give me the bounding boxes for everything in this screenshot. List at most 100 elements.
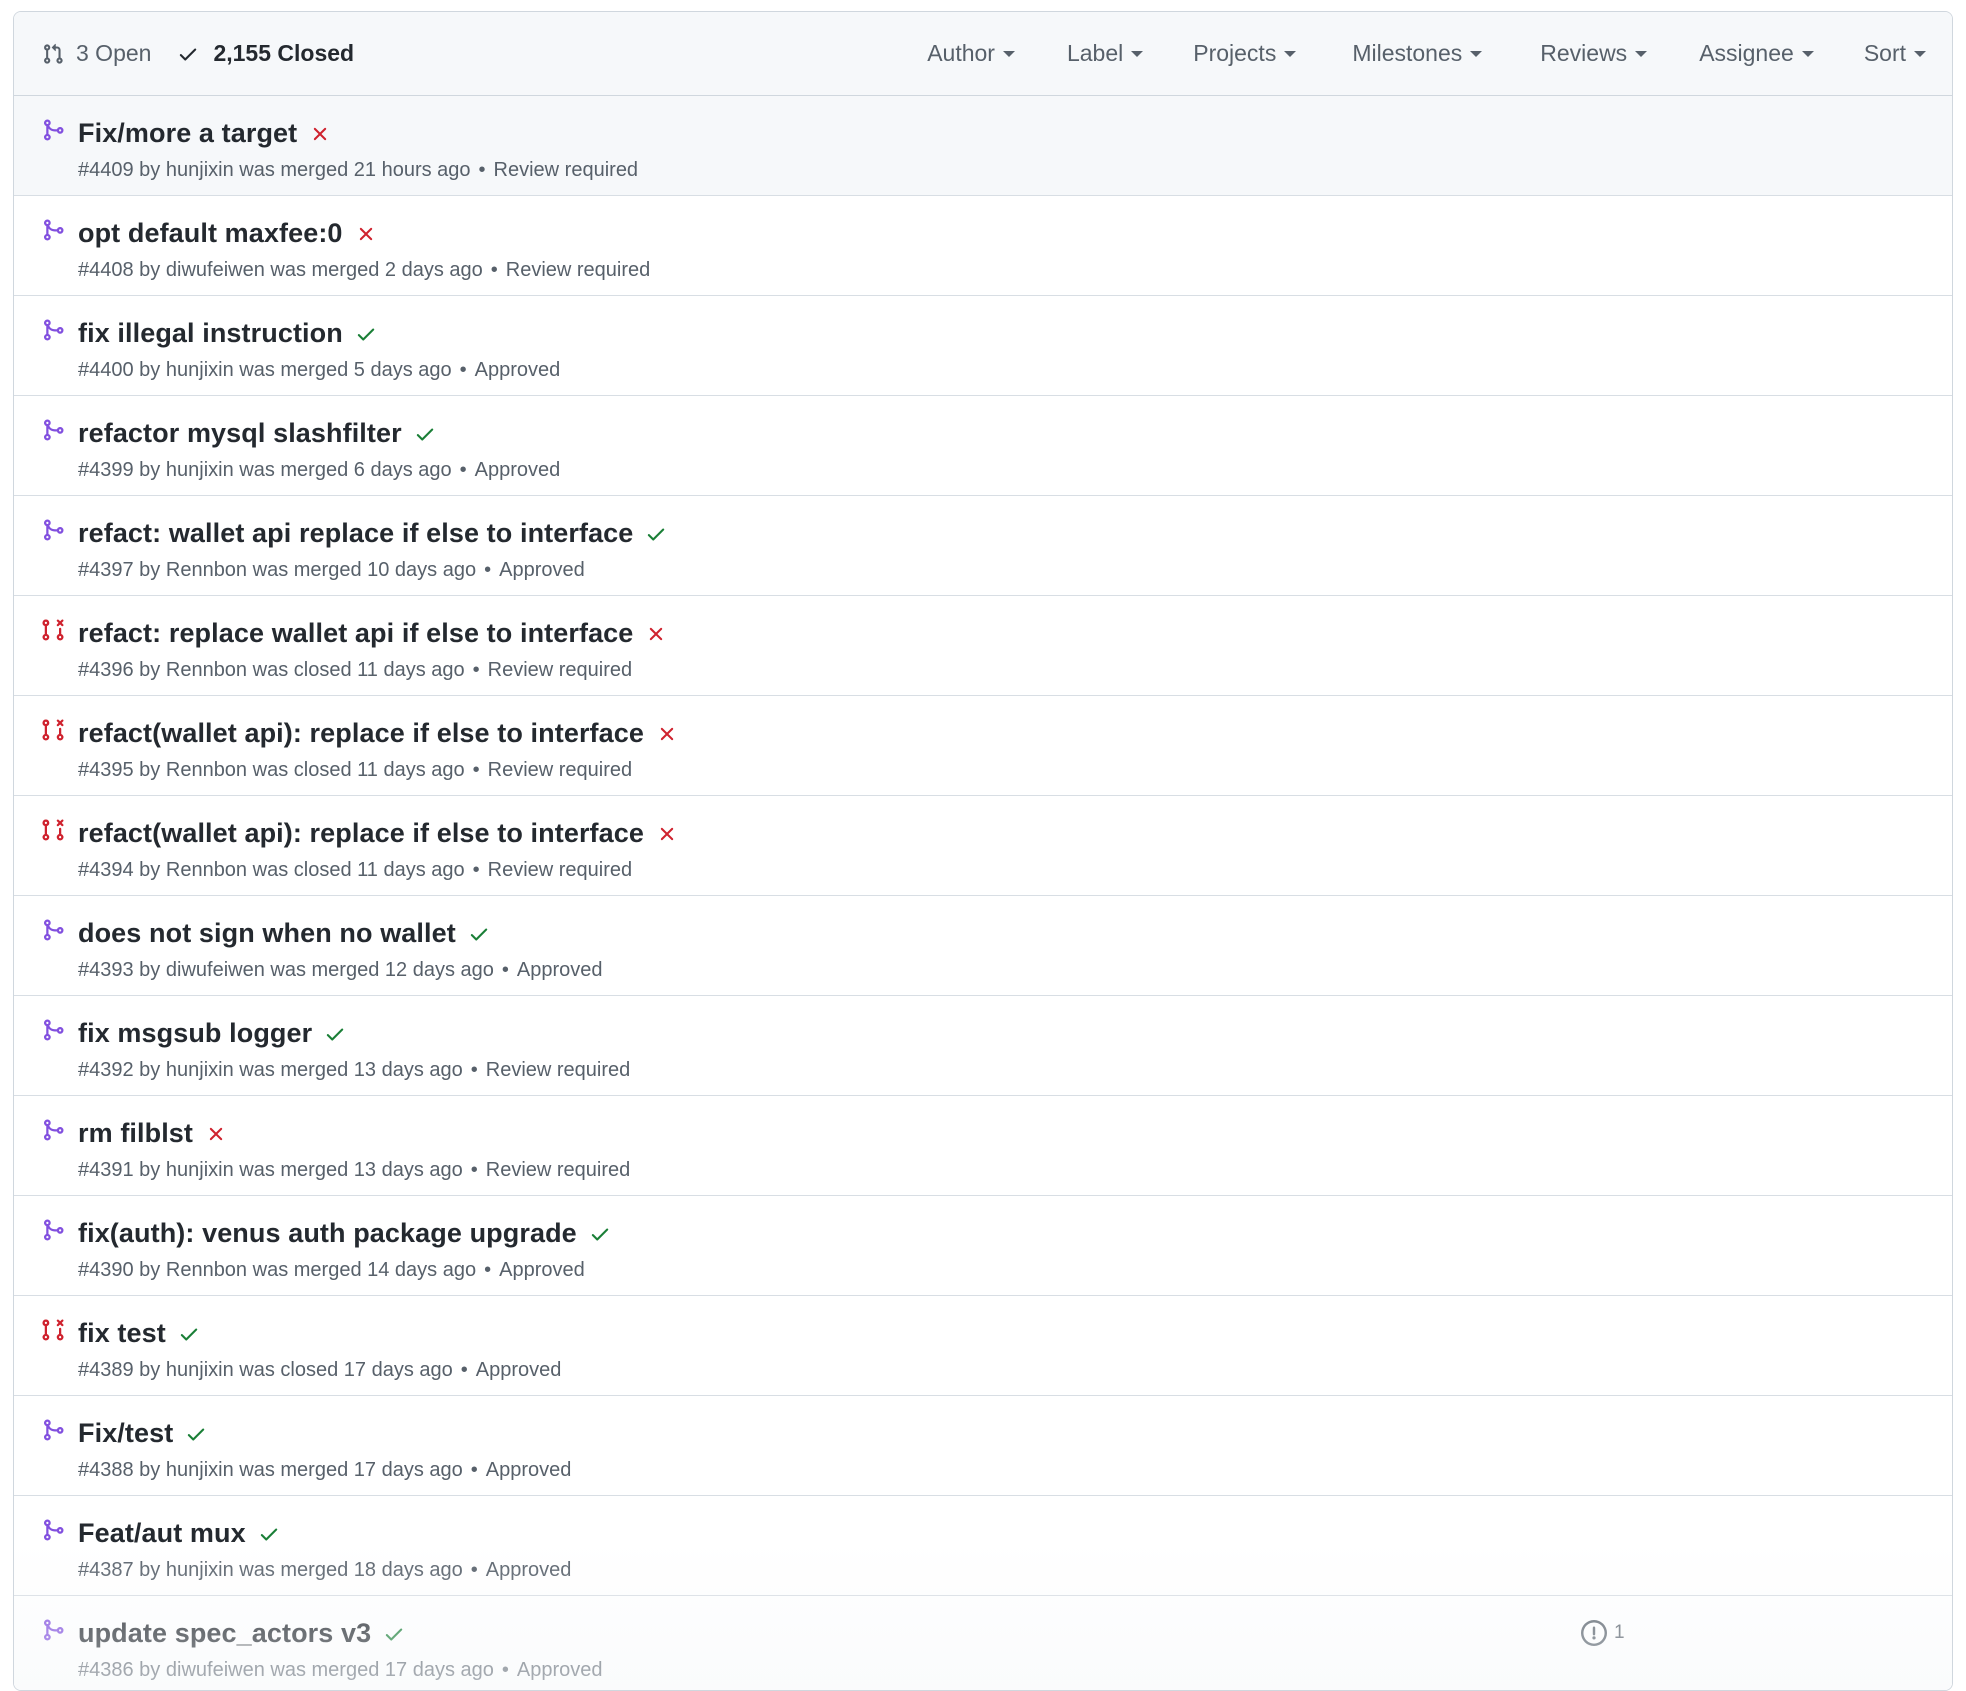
- sort-dropdown[interactable]: Sort: [1864, 40, 1926, 67]
- review-status-link[interactable]: Review required: [486, 1059, 631, 1081]
- author-link[interactable]: Rennbon: [166, 859, 247, 881]
- pull-request-title-link[interactable]: Feat/aut mux: [78, 1518, 246, 1549]
- pull-request-row: refactor mysql slashfilter #4399 by hunji…: [14, 396, 1952, 496]
- milestones-filter-dropdown[interactable]: Milestones: [1352, 40, 1483, 67]
- pull-request-title-link[interactable]: refact(wallet api): replace if else to i…: [78, 818, 644, 849]
- relative-time[interactable]: 17 days ago: [354, 1459, 463, 1481]
- relative-time[interactable]: 2 days ago: [385, 259, 483, 281]
- review-status-link[interactable]: Review required: [488, 759, 633, 781]
- check-status-failure-icon[interactable]: [355, 223, 377, 245]
- caret-down-icon: [1284, 50, 1297, 57]
- check-status-success-icon[interactable]: [355, 323, 377, 345]
- pull-request-title-link[interactable]: update spec_actors v3: [78, 1618, 371, 1649]
- merge-action: was merged: [239, 359, 349, 381]
- review-status-link[interactable]: Review required: [486, 1159, 631, 1181]
- check-status-success-icon[interactable]: [589, 1223, 611, 1245]
- check-status-failure-icon[interactable]: [205, 1123, 227, 1145]
- author-link[interactable]: hunjixin: [166, 359, 234, 381]
- author-link[interactable]: hunjixin: [166, 1459, 234, 1481]
- pull-request-title-link[interactable]: fix(auth): venus auth package upgrade: [78, 1218, 577, 1249]
- git-merge-icon: [41, 1118, 65, 1142]
- pull-request-title-link[interactable]: refact: wallet api replace if else to in…: [78, 518, 633, 549]
- review-status-link[interactable]: Approved: [486, 1459, 572, 1481]
- closed-filter-link[interactable]: 2,155 Closed: [177, 40, 354, 67]
- relative-time[interactable]: 21 hours ago: [354, 159, 471, 181]
- author-link[interactable]: hunjixin: [166, 1359, 234, 1381]
- review-status-link[interactable]: Review required: [494, 159, 639, 181]
- check-status-success-icon[interactable]: [383, 1623, 405, 1645]
- check-status-success-icon[interactable]: [414, 423, 436, 445]
- review-status-link[interactable]: Approved: [517, 959, 603, 981]
- review-status-link[interactable]: Approved: [499, 1259, 585, 1281]
- relative-time[interactable]: 14 days ago: [367, 1259, 476, 1281]
- review-status-link[interactable]: Review required: [488, 859, 633, 881]
- linked-issue-link[interactable]: 1: [1581, 1620, 1625, 1646]
- review-status-link[interactable]: Approved: [475, 459, 561, 481]
- relative-time[interactable]: 17 days ago: [344, 1359, 453, 1381]
- relative-time[interactable]: 17 days ago: [385, 1659, 494, 1681]
- reviews-filter-dropdown[interactable]: Reviews: [1540, 40, 1648, 67]
- relative-time[interactable]: 12 days ago: [385, 959, 494, 981]
- relative-time[interactable]: 11 days ago: [357, 759, 465, 781]
- relative-time[interactable]: 6 days ago: [354, 459, 452, 481]
- pull-request-title-link[interactable]: fix test: [78, 1318, 166, 1349]
- open-filter-link[interactable]: 3 Open: [42, 40, 151, 67]
- pull-request-title-link[interactable]: does not sign when no wallet: [78, 918, 456, 949]
- pull-request-title-link[interactable]: refactor mysql slashfilter: [78, 418, 402, 449]
- relative-time[interactable]: 18 days ago: [354, 1559, 463, 1581]
- relative-time[interactable]: 11 days ago: [357, 859, 465, 881]
- assignee-filter-dropdown[interactable]: Assignee: [1699, 40, 1814, 67]
- review-status-link[interactable]: Approved: [476, 1359, 562, 1381]
- author-link[interactable]: hunjixin: [166, 1059, 234, 1081]
- pull-request-title-link[interactable]: fix msgsub logger: [78, 1018, 312, 1049]
- review-status-link[interactable]: Approved: [499, 559, 585, 581]
- relative-time[interactable]: 13 days ago: [354, 1159, 463, 1181]
- review-status-link[interactable]: Review required: [506, 259, 651, 281]
- pull-request-row: opt default maxfee:0 #4408 by diwufeiwen …: [14, 196, 1952, 296]
- author-link[interactable]: diwufeiwen: [166, 1659, 265, 1681]
- relative-time[interactable]: 13 days ago: [354, 1059, 463, 1081]
- check-status-failure-icon[interactable]: [656, 823, 678, 845]
- pull-request-number: #4408: [78, 259, 134, 281]
- title-line: Feat/aut mux: [78, 1518, 280, 1549]
- review-status-link[interactable]: Approved: [475, 359, 561, 381]
- author-link[interactable]: hunjixin: [166, 1159, 234, 1181]
- check-status-failure-icon[interactable]: [656, 723, 678, 745]
- review-status-link[interactable]: Approved: [517, 1659, 603, 1681]
- check-status-success-icon[interactable]: [258, 1523, 280, 1545]
- review-status-link[interactable]: Approved: [486, 1559, 572, 1581]
- author-link[interactable]: diwufeiwen: [166, 959, 265, 981]
- check-status-success-icon[interactable]: [178, 1323, 200, 1345]
- author-filter-dropdown[interactable]: Author: [927, 40, 1015, 67]
- pull-request-title-link[interactable]: rm filblst: [78, 1118, 193, 1149]
- author-link[interactable]: hunjixin: [166, 159, 234, 181]
- check-status-success-icon[interactable]: [185, 1423, 207, 1445]
- check-status-success-icon[interactable]: [468, 923, 490, 945]
- author-link[interactable]: diwufeiwen: [166, 259, 265, 281]
- author-link[interactable]: Rennbon: [166, 659, 247, 681]
- relative-time[interactable]: 5 days ago: [354, 359, 452, 381]
- pull-request-title-link[interactable]: Fix/more a target: [78, 118, 297, 149]
- check-status-success-icon[interactable]: [645, 523, 667, 545]
- check-status-failure-icon[interactable]: [645, 623, 667, 645]
- check-status-failure-icon[interactable]: [309, 123, 331, 145]
- pull-request-title-link[interactable]: refact(wallet api): replace if else to i…: [78, 718, 644, 749]
- pull-request-icon: [42, 42, 64, 66]
- title-line: fix msgsub logger: [78, 1018, 346, 1049]
- author-link[interactable]: hunjixin: [166, 1559, 234, 1581]
- relative-time[interactable]: 11 days ago: [357, 659, 465, 681]
- check-status-success-icon[interactable]: [324, 1023, 346, 1045]
- author-link[interactable]: Rennbon: [166, 759, 247, 781]
- relative-time[interactable]: 10 days ago: [367, 559, 476, 581]
- label-filter-dropdown[interactable]: Label: [1067, 40, 1144, 67]
- review-status-link[interactable]: Review required: [488, 659, 633, 681]
- pull-request-title-link[interactable]: opt default maxfee:0: [78, 218, 343, 249]
- pull-request-title-link[interactable]: fix illegal instruction: [78, 318, 343, 349]
- projects-filter-dropdown[interactable]: Projects: [1193, 40, 1297, 67]
- pull-request-title-link[interactable]: refact: replace wallet api if else to in…: [78, 618, 633, 649]
- author-link[interactable]: Rennbon: [166, 1259, 247, 1281]
- caret-down-icon: [1801, 50, 1814, 57]
- author-link[interactable]: hunjixin: [166, 459, 234, 481]
- author-link[interactable]: Rennbon: [166, 559, 247, 581]
- pull-request-title-link[interactable]: Fix/test: [78, 1418, 173, 1449]
